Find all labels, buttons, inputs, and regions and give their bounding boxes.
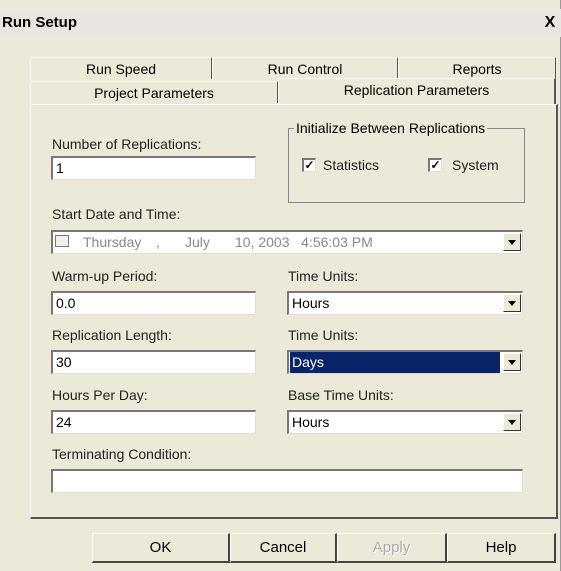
terminating-condition-label: Terminating Condition:	[52, 446, 192, 462]
date-checkbox-icon[interactable]	[55, 235, 69, 247]
terminating-condition-input[interactable]	[51, 469, 523, 493]
start-month: July	[185, 234, 210, 250]
hours-per-day-label: Hours Per Day:	[52, 387, 148, 403]
window-title: Run Setup	[2, 14, 77, 31]
statistics-label: Statistics	[323, 157, 380, 173]
warmup-input[interactable]: 0.0	[51, 291, 256, 315]
tab-project-parameters[interactable]: Project Parameters	[30, 81, 278, 103]
warmup-label: Warm-up Period:	[52, 268, 158, 284]
system-checkbox[interactable]: ✓	[428, 158, 442, 172]
base-units-label: Base Time Units:	[288, 387, 394, 403]
chevron-down-icon[interactable]	[503, 413, 521, 431]
start-date-dropdown-icon[interactable]	[503, 233, 521, 251]
warmup-units-select[interactable]: Hours	[287, 291, 523, 315]
replication-length-label: Replication Length:	[52, 327, 172, 343]
initialize-group-title: Initialize Between Replications	[294, 120, 488, 136]
warmup-units-label: Time Units:	[288, 268, 359, 284]
close-button[interactable]: X	[540, 13, 560, 33]
tab-replication-parameters[interactable]: Replication Parameters	[278, 78, 556, 105]
tab-reports[interactable]: Reports	[398, 57, 556, 79]
ok-button[interactable]: OK	[92, 533, 230, 563]
start-date-picker[interactable]: Thursday , July 10, 2003 4:56:03 PM	[51, 230, 523, 254]
warmup-units-value: Hours	[292, 295, 330, 311]
num-replications-input[interactable]: 1	[51, 156, 256, 180]
help-button[interactable]: Help	[447, 533, 556, 563]
chevron-down-icon[interactable]	[503, 294, 521, 312]
apply-button[interactable]: Apply	[337, 533, 447, 563]
start-date-label: Start Date and Time:	[52, 206, 181, 222]
hours-per-day-input[interactable]: 24	[51, 410, 256, 434]
tab-run-speed[interactable]: Run Speed	[30, 57, 212, 79]
replication-length-input[interactable]: 30	[51, 350, 256, 374]
tab-run-control[interactable]: Run Control	[212, 57, 398, 79]
chevron-down-icon[interactable]	[503, 353, 521, 371]
replication-units-select[interactable]: Days	[287, 350, 523, 374]
replication-units-label: Time Units:	[288, 327, 359, 343]
num-replications-label: Number of Replications:	[52, 136, 202, 152]
replication-units-value: Days	[290, 352, 500, 373]
system-label: System	[452, 157, 499, 173]
run-setup-dialog: Run Setup X Run Speed Run Control Report…	[0, 0, 561, 571]
title-bar	[0, 9, 561, 37]
start-day: Thursday	[83, 234, 142, 250]
base-units-value: Hours	[292, 414, 330, 430]
base-units-select[interactable]: Hours	[287, 410, 523, 434]
statistics-checkbox[interactable]: ✓	[302, 158, 316, 172]
start-comma: ,	[156, 234, 160, 250]
cancel-button[interactable]: Cancel	[230, 533, 337, 563]
start-datetime: 10, 2003 4:56:03 PM	[235, 234, 373, 250]
